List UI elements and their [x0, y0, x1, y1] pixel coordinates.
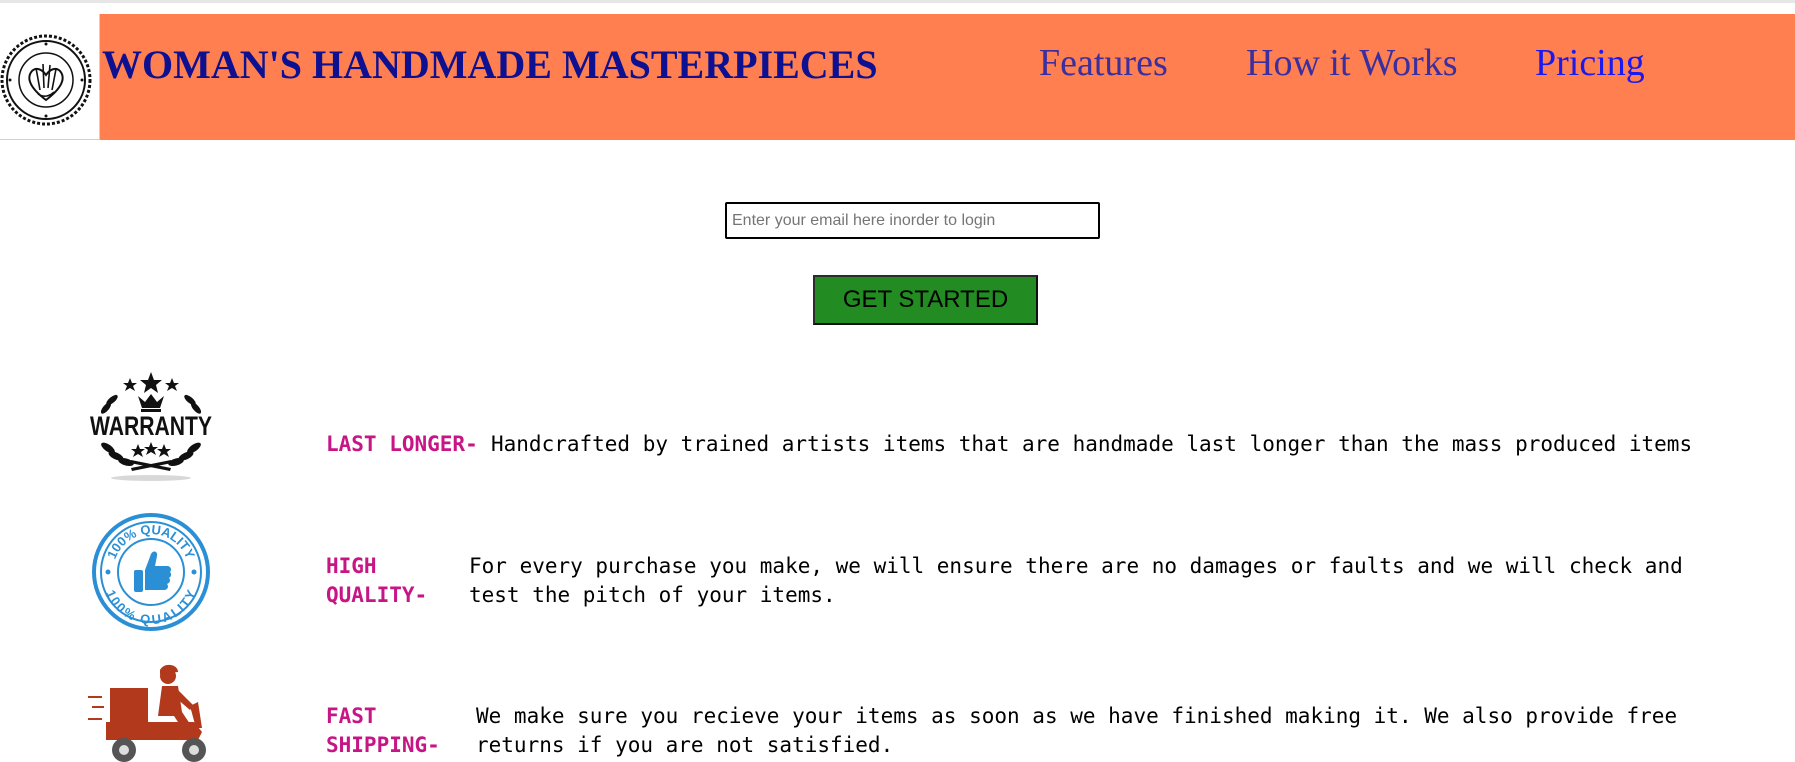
nav-link-features[interactable]: Features	[1039, 38, 1168, 88]
feature-text-fast-shipping: We make sure you recieve your items as s…	[476, 702, 1677, 760]
page-top-rule	[0, 0, 1795, 3]
feature-label-high-quality: HIGH QUALITY-	[326, 554, 428, 607]
handmade-stamp-logo-icon	[0, 34, 92, 126]
feature-text-line: returns if you are not satisfied.	[476, 733, 894, 757]
svg-text:WARRANTY: WARRANTY	[90, 411, 212, 441]
feature-label-fast-shipping: FAST SHIPPING-	[326, 704, 440, 757]
feature-text-line: test the pitch of your items.	[469, 583, 836, 607]
email-input[interactable]	[725, 202, 1100, 239]
feature-text-high-quality: For every purchase you make, we will ens…	[469, 552, 1683, 610]
feature-text-line: We make sure you recieve your items as s…	[476, 704, 1678, 728]
feature-text-last-longer: Handcrafted by trained artists items tha…	[491, 430, 1692, 459]
warranty-badge-icon: WARRANTY	[86, 356, 216, 486]
logo[interactable]	[0, 14, 100, 140]
delivery-scooter-icon	[86, 662, 216, 762]
nav-link-pricing[interactable]: Pricing	[1535, 38, 1645, 88]
brand-title: WOMAN'S HANDMADE MASTERPIECES	[102, 42, 878, 87]
get-started-button[interactable]: GET STARTED	[813, 275, 1038, 325]
feature-label-last-longer: LAST LONGER-	[326, 432, 478, 456]
feature-text-line: For every purchase you make, we will ens…	[469, 554, 1683, 578]
feature-text-line: Handcrafted by trained artists items tha…	[491, 432, 1693, 456]
quality-thumbs-up-icon: 100% QUALITY 100% QUALITY	[91, 510, 211, 634]
nav-link-how-it-works[interactable]: How it Works	[1246, 38, 1458, 88]
